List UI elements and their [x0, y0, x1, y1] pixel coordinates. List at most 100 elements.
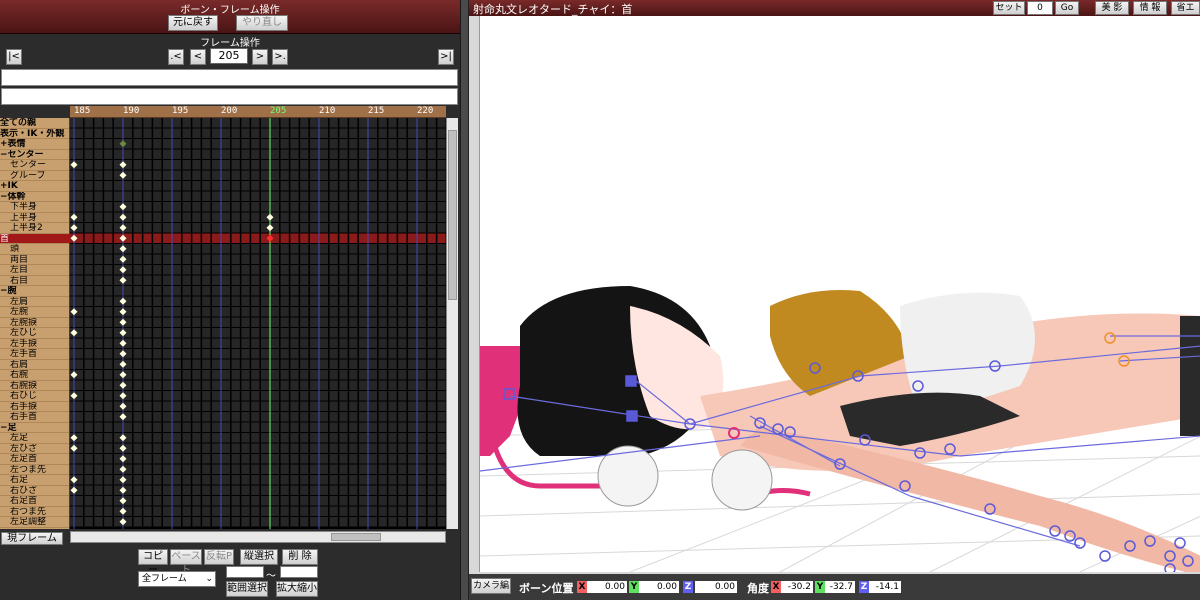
- timeline: 185 190 195 200 205 210 215 220 全ての親 表示・IK・外観 +表情…: [0, 106, 460, 534]
- bone-row-label[interactable]: 右つま先: [0, 507, 69, 517]
- bone-row-label[interactable]: 左足調整: [0, 517, 69, 528]
- bone-row-label[interactable]: 右目: [0, 276, 69, 286]
- bone-frame-title-bar: ボーン・フレーム操作 元に戻す やり直し: [0, 0, 460, 34]
- bone-row-label[interactable]: 左手捩: [0, 339, 69, 349]
- panel-title: ボーン・フレーム操作: [180, 5, 280, 16]
- bone-row-label[interactable]: 左腕捩: [0, 318, 69, 328]
- bone-row-label[interactable]: 下半身: [0, 202, 69, 213]
- bone-row-label[interactable]: +表情: [0, 139, 69, 150]
- info-button[interactable]: 情 報: [1133, 1, 1167, 15]
- bone-row-label[interactable]: 右肩: [0, 360, 69, 370]
- pos-x-value[interactable]: 0.00: [587, 581, 627, 593]
- bone-row-label[interactable]: −足: [0, 423, 69, 433]
- bone-row-label[interactable]: 上半身: [0, 213, 69, 223]
- bone-row-label[interactable]: −センター: [0, 150, 69, 160]
- frame-range-select-value: 全フレーム: [142, 574, 187, 584]
- pos-z-label: Z: [683, 581, 693, 593]
- ruler-label-195: 195: [172, 106, 189, 116]
- prev-keyframe-button[interactable]: .<: [168, 49, 184, 65]
- pos-y-value[interactable]: 0.00: [639, 581, 679, 593]
- power-save-button[interactable]: 省エ: [1171, 1, 1200, 15]
- bone-row-label[interactable]: 右足首: [0, 496, 69, 507]
- timeline-horizontal-scrollbar[interactable]: [70, 531, 446, 543]
- timeline-row: [70, 422, 446, 432]
- delete-button[interactable]: 削 除: [282, 549, 318, 565]
- bone-row-label[interactable]: 表示・IK・外観: [0, 129, 69, 139]
- bone-row-label[interactable]: 右腕捩: [0, 381, 69, 391]
- keyframe-grid[interactable]: [70, 118, 446, 529]
- angle-label: 角度: [747, 582, 769, 595]
- bone-row-label[interactable]: 頭: [0, 244, 69, 255]
- model-bone-title: 射命丸文レオタード_チャイ：首: [473, 3, 633, 16]
- bone-row-label[interactable]: 首: [0, 233, 69, 244]
- set-button[interactable]: セット: [993, 1, 1025, 15]
- camera-edit-button[interactable]: カメラ編: [471, 578, 511, 594]
- redo-button[interactable]: やり直し: [236, 15, 288, 31]
- current-frame-button[interactable]: 現フレーム: [1, 532, 63, 545]
- timeline-row: [70, 118, 446, 128]
- bone-row-label[interactable]: 左目: [0, 265, 69, 276]
- set-frame-input[interactable]: 0: [1027, 1, 1053, 15]
- bottom-controls: 現フレーム コピー ペースト 反転P 縦選択 削 除 全フレーム ⌄ ～ 範囲選…: [0, 531, 460, 600]
- go-button[interactable]: Go: [1055, 1, 1079, 15]
- bone-row-label[interactable]: グルーブ: [0, 171, 69, 181]
- scale-button[interactable]: 拡大縮小: [276, 581, 318, 597]
- next-keyframe-button[interactable]: >.: [272, 49, 288, 65]
- frame-ruler[interactable]: 185 190 195 200 205 210 215 220: [70, 106, 446, 118]
- model-select-field[interactable]: [1, 69, 458, 86]
- bone-row-label[interactable]: 右手捩: [0, 402, 69, 412]
- pos-y-label: Y: [629, 581, 639, 593]
- bone-row-label[interactable]: 右足: [0, 475, 69, 486]
- range-select-button[interactable]: 範囲選択: [226, 581, 268, 597]
- bone-row-label[interactable]: −体幹: [0, 192, 69, 202]
- frame-range-select[interactable]: 全フレーム ⌄: [138, 571, 216, 587]
- bone-row-label[interactable]: 左肩: [0, 297, 69, 307]
- bone-row-label[interactable]: 右ひじ: [0, 391, 69, 402]
- bone-row-label[interactable]: 右手首: [0, 412, 69, 423]
- ang-x-value[interactable]: -30.2: [781, 581, 813, 593]
- ang-y-value[interactable]: -32.7: [825, 581, 855, 593]
- ruler-label-185: 185: [74, 106, 91, 116]
- ang-z-value[interactable]: -14.1: [869, 581, 901, 593]
- bone-row-label[interactable]: 左足首: [0, 454, 69, 465]
- first-frame-button[interactable]: |<: [6, 49, 22, 65]
- ang-y-label: Y: [815, 581, 825, 593]
- bone-row-label[interactable]: 左ひじ: [0, 328, 69, 339]
- timeline-vertical-scrollbar[interactable]: [446, 118, 458, 529]
- last-frame-button[interactable]: >|: [438, 49, 454, 65]
- bone-select-field[interactable]: [1, 88, 458, 105]
- bone-row-label[interactable]: 左ひざ: [0, 444, 69, 454]
- next-frame-button[interactable]: >: [252, 49, 268, 65]
- bone-row-label[interactable]: 左足: [0, 433, 69, 444]
- bone-status-bar: カメラ編 ボーン位置 X 0.00 Y 0.00 Z 0.00 角度 X -30…: [469, 574, 1200, 600]
- bone-row-label[interactable]: 右ひざ: [0, 486, 69, 496]
- ruler-label-190: 190: [123, 106, 140, 116]
- range-start-input[interactable]: [226, 566, 264, 578]
- pos-x-label: X: [577, 581, 587, 593]
- range-end-input[interactable]: [280, 566, 318, 578]
- vertical-select-button[interactable]: 縦選択: [240, 549, 278, 565]
- bone-row-label[interactable]: センター: [0, 160, 69, 171]
- copy-button[interactable]: コピー: [138, 549, 168, 576]
- bone-row-label[interactable]: 両目: [0, 255, 69, 265]
- bone-row-label[interactable]: −腕: [0, 286, 69, 297]
- ruler-label-215: 215: [368, 106, 385, 116]
- paste-button[interactable]: ペースト: [170, 549, 202, 576]
- pos-z-value[interactable]: 0.00: [695, 581, 737, 593]
- bone-row-label[interactable]: 全ての親: [0, 118, 69, 129]
- bone-row-label[interactable]: 左手首: [0, 349, 69, 360]
- bone-row-label[interactable]: +IK: [0, 181, 69, 192]
- bone-row-label[interactable]: 右腕: [0, 370, 69, 381]
- undo-button[interactable]: 元に戻す: [168, 15, 218, 31]
- panel-splitter[interactable]: [460, 0, 469, 600]
- reverse-paste-button[interactable]: 反転P: [204, 549, 234, 565]
- chevron-down-icon: ⌄: [205, 574, 213, 584]
- bone-row-label[interactable]: 左腕: [0, 307, 69, 318]
- timeline-row: [70, 149, 446, 159]
- bone-row-label[interactable]: 左つま先: [0, 465, 69, 475]
- beauty-shadow-button[interactable]: 美 影: [1095, 1, 1129, 15]
- prev-frame-button[interactable]: <: [190, 49, 206, 65]
- frame-number-input[interactable]: 205: [210, 48, 248, 64]
- 3d-viewport[interactable]: [479, 16, 1200, 572]
- bone-row-label[interactable]: 上半身2: [0, 223, 69, 234]
